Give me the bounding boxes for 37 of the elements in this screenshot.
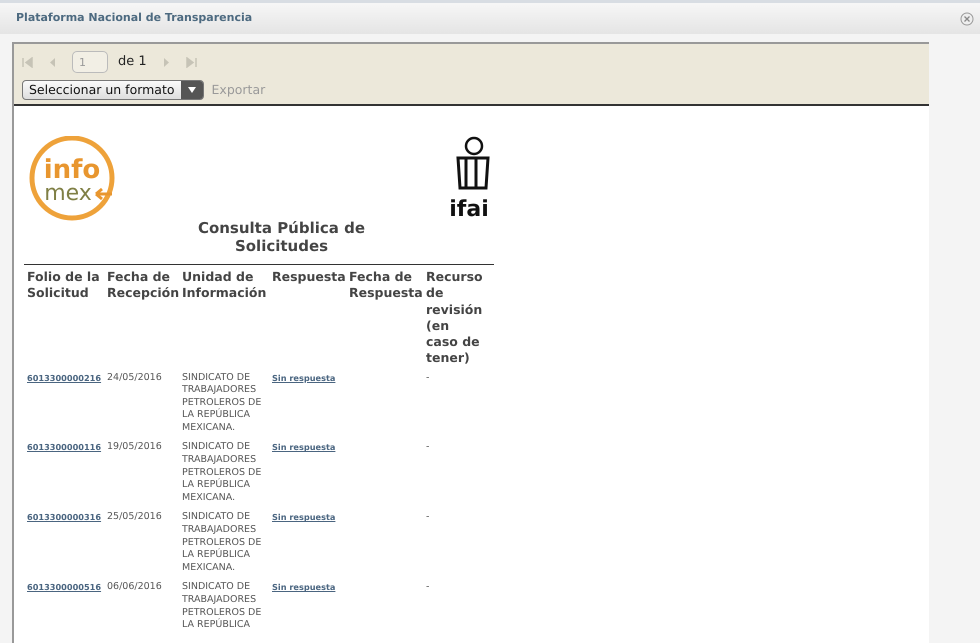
- previous-page-icon[interactable]: [49, 56, 56, 68]
- response-link[interactable]: Sin respuesta: [272, 372, 336, 382]
- column-header: Fecha de Recepción: [107, 269, 180, 300]
- table-cell: 24/05/2016: [107, 372, 162, 382]
- table-cell: -: [426, 441, 430, 452]
- report-title: Consulta Pública de Solicitudes: [196, 218, 366, 256]
- table-cell: SINDICATO DE TRABAJADORES PETROLEROS DE LA REPÚBLICA: [182, 581, 262, 630]
- response-link[interactable]: Sin respuesta: [272, 582, 336, 592]
- last-page-icon[interactable]: [186, 56, 197, 68]
- table-cell: 19/05/2016: [107, 441, 162, 452]
- ifai-logo: ifai: [444, 136, 494, 231]
- table-cell: -: [426, 372, 430, 382]
- column-header: Fecha de Respuesta: [349, 269, 423, 300]
- folio-link[interactable]: 6013300000316: [27, 512, 102, 522]
- column-header: Folio de la Solicitud: [27, 269, 100, 300]
- column-header: Respuesta: [272, 269, 346, 284]
- table-cell: SINDICATO DE TRABAJADORES PETROLEROS DE LA REPÚBLICA MEXICANA.: [182, 511, 262, 573]
- next-page-icon[interactable]: [162, 56, 170, 68]
- table-cell: 06/06/2016: [107, 581, 162, 592]
- window-title: Plataforma Nacional de Transparencia: [16, 10, 252, 26]
- response-link[interactable]: Sin respuesta: [272, 512, 336, 522]
- close-icon[interactable]: [960, 12, 974, 26]
- first-page-icon[interactable]: [22, 56, 33, 68]
- table-cell: -: [426, 581, 430, 592]
- response-link[interactable]: Sin respuesta: [272, 442, 336, 452]
- folio-link[interactable]: 6013300000116: [27, 442, 102, 452]
- table-cell: 25/05/2016: [107, 511, 162, 522]
- table-cell: -: [426, 511, 430, 522]
- page-count: de 1: [118, 53, 147, 72]
- folio-link[interactable]: 6013300000216: [27, 372, 102, 382]
- format-dropdown[interactable]: Seleccionar un formato: [22, 80, 204, 100]
- folio-link[interactable]: 6013300000516: [27, 582, 102, 592]
- table-cell: SINDICATO DE TRABAJADORES PETROLEROS DE LA REPÚBLICA MEXICANA.: [182, 372, 262, 433]
- caret-icon: [188, 87, 196, 93]
- column-header: Unidad de Información: [182, 269, 266, 300]
- column-header: Recurso de revisión (en caso de tener): [426, 269, 483, 366]
- table-cell: SINDICATO DE TRABAJADORES PETROLEROS DE LA REPÚBLICA MEXICANA.: [182, 441, 262, 503]
